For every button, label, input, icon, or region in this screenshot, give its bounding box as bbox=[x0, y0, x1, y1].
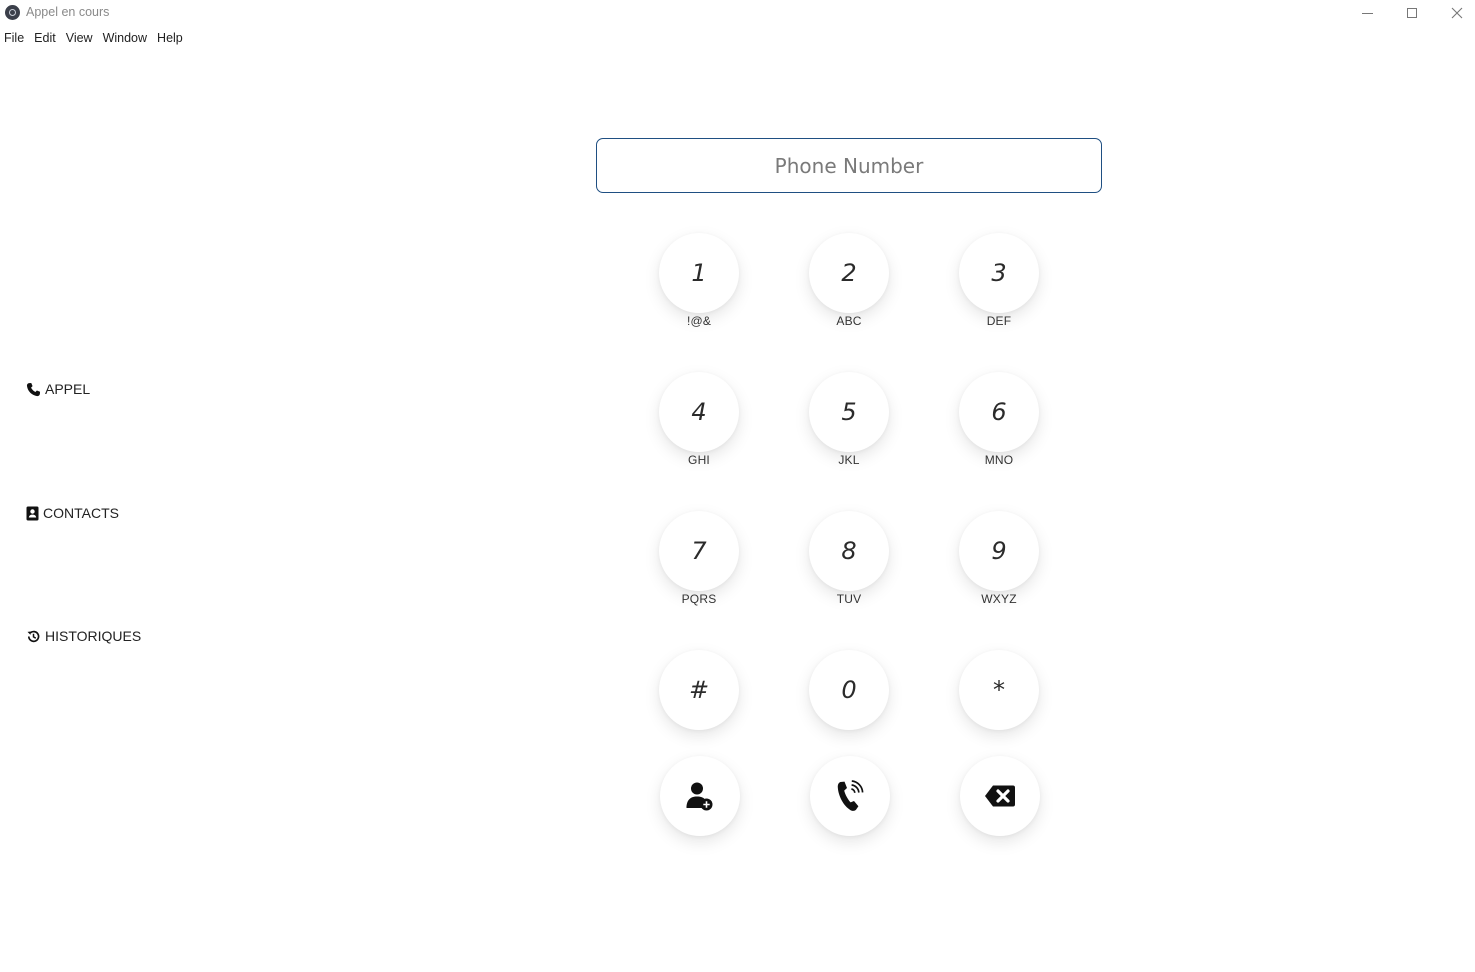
key-4[interactable]: 4 bbox=[659, 372, 739, 452]
menu-file[interactable]: File bbox=[0, 29, 30, 47]
key-letters: MNO bbox=[984, 453, 1014, 467]
phone-number-input[interactable] bbox=[596, 138, 1102, 193]
key-6[interactable]: 6 bbox=[959, 372, 1039, 452]
menu-help[interactable]: Help bbox=[153, 29, 189, 47]
key-digit: 5 bbox=[841, 398, 857, 426]
add-contact-icon bbox=[686, 782, 713, 811]
sidebar-item-historiques[interactable]: HISTORIQUES bbox=[26, 628, 141, 644]
app-logo-icon bbox=[5, 5, 20, 20]
key-digit: # bbox=[688, 676, 710, 704]
key-digit: 4 bbox=[691, 398, 707, 426]
key-7[interactable]: 7 bbox=[659, 511, 739, 591]
key-digit: 7 bbox=[691, 537, 707, 565]
key-8[interactable]: 8 bbox=[809, 511, 889, 591]
key-0[interactable]: 0 bbox=[809, 650, 889, 730]
key-digit: 8 bbox=[841, 537, 857, 565]
key-letters: TUV bbox=[836, 592, 862, 606]
key-5[interactable]: 5 bbox=[809, 372, 889, 452]
close-button[interactable] bbox=[1435, 0, 1475, 26]
key-3[interactable]: 3 bbox=[959, 233, 1039, 313]
menu-edit[interactable]: Edit bbox=[30, 29, 62, 47]
call-button[interactable] bbox=[810, 756, 890, 836]
close-icon bbox=[1451, 7, 1463, 19]
menu-bar: File Edit View Window Help bbox=[0, 29, 189, 47]
key-letters: GHI bbox=[688, 453, 710, 467]
sidebar-item-appel[interactable]: APPEL bbox=[26, 381, 90, 397]
backspace-button[interactable] bbox=[960, 756, 1040, 836]
phone-icon bbox=[26, 382, 41, 396]
window-title: Appel en cours bbox=[26, 5, 110, 19]
key-letters: WXYZ bbox=[981, 592, 1017, 606]
menu-window[interactable]: Window bbox=[99, 29, 153, 47]
menu-view[interactable]: View bbox=[62, 29, 99, 47]
key-hash[interactable]: # bbox=[659, 650, 739, 730]
minimize-button[interactable] bbox=[1345, 0, 1389, 26]
sidebar-item-contacts[interactable]: CONTACTS bbox=[26, 505, 119, 521]
key-letters: !@& bbox=[686, 314, 712, 328]
sidebar-item-label: HISTORIQUES bbox=[45, 628, 142, 644]
key-letters: ABC bbox=[836, 314, 862, 328]
key-digit: 6 bbox=[991, 398, 1007, 426]
maximize-icon bbox=[1407, 8, 1417, 18]
key-letters: DEF bbox=[986, 314, 1012, 328]
key-digit: 2 bbox=[841, 259, 857, 287]
minimize-icon bbox=[1361, 12, 1373, 14]
add-contact-button[interactable] bbox=[660, 756, 740, 836]
call-icon bbox=[837, 780, 864, 811]
key-2[interactable]: 2 bbox=[809, 233, 889, 313]
key-digit: 9 bbox=[991, 537, 1007, 565]
key-star[interactable]: * bbox=[959, 650, 1039, 730]
key-digit: 0 bbox=[841, 676, 857, 704]
key-letters: JKL bbox=[838, 453, 860, 467]
key-1[interactable]: 1 bbox=[659, 233, 739, 313]
title-bar: Appel en cours bbox=[0, 0, 1475, 26]
backspace-icon bbox=[985, 785, 1015, 807]
key-digit: * bbox=[993, 676, 1005, 704]
key-letters: PQRS bbox=[681, 592, 717, 606]
history-icon bbox=[27, 630, 40, 642]
key-9[interactable]: 9 bbox=[959, 511, 1039, 591]
key-digit: 3 bbox=[991, 259, 1007, 287]
sidebar-item-label: APPEL bbox=[45, 381, 91, 397]
maximize-button[interactable] bbox=[1390, 0, 1434, 26]
address-book-icon bbox=[26, 506, 39, 520]
sidebar-item-label: CONTACTS bbox=[43, 505, 119, 521]
key-digit: 1 bbox=[691, 259, 707, 287]
